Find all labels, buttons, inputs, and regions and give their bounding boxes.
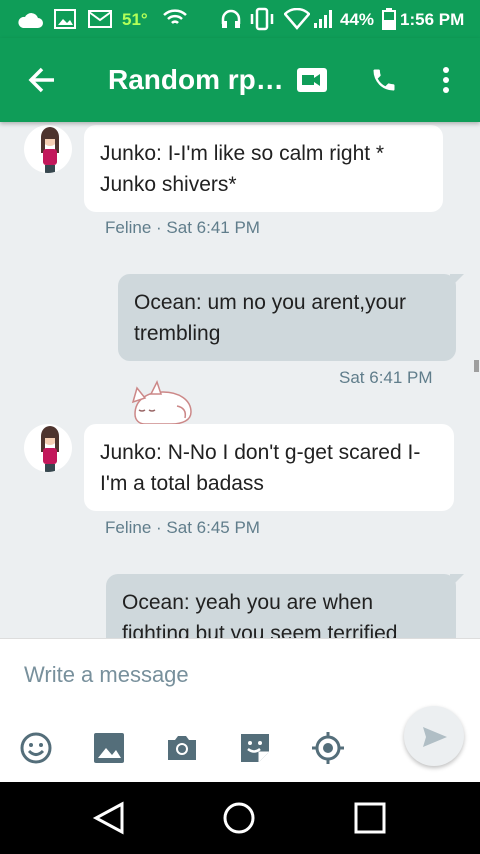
image-icon	[54, 9, 76, 29]
message-text: Ocean: um no you arent,your trembling	[134, 291, 406, 345]
emoji-icon[interactable]	[19, 731, 53, 765]
conversation-toolbar: Random rp…	[0, 38, 480, 122]
temperature: 51°	[122, 10, 148, 29]
scrollbar-thumb[interactable]	[474, 360, 479, 372]
phone-icon[interactable]	[370, 66, 398, 94]
message-text: Junko: N-No I don't g-get scared I-I'm a…	[100, 441, 421, 495]
battery-level: 44%	[340, 10, 375, 29]
clock: 1:56 PM	[400, 10, 465, 29]
message-bubble-incoming[interactable]: Junko: I-I'm like so calm right * Junko …	[84, 125, 443, 212]
headphones-icon	[221, 9, 241, 28]
wifi-icon	[284, 8, 310, 30]
message-bubble-outgoing[interactable]: Ocean: yeah you are when fighting but yo…	[106, 574, 456, 638]
bubble-tail	[450, 574, 464, 588]
message-bubble-incoming[interactable]: Junko: N-No I don't g-get scared I-I'm a…	[84, 424, 454, 511]
more-options-icon[interactable]	[440, 66, 452, 94]
send-button[interactable]	[404, 706, 464, 766]
avatar[interactable]	[24, 424, 72, 472]
conversation-title: Random rp…	[108, 64, 284, 95]
message-list[interactable]: Junko: I-I'm like so calm right * Junko …	[0, 122, 480, 638]
sticker-icon[interactable]	[238, 731, 272, 765]
battery-icon	[382, 8, 396, 30]
message-input[interactable]: Write a message	[24, 662, 189, 688]
message-meta: Feline · Sat 6:45 PM	[105, 518, 260, 537]
message-meta: Sat 6:41 PM	[339, 368, 433, 387]
location-icon[interactable]	[311, 731, 345, 765]
wifi-call-icon	[163, 9, 187, 24]
send-icon	[423, 727, 447, 747]
message-composer: Write a message	[0, 638, 480, 783]
home-nav-icon[interactable]	[222, 801, 256, 835]
vibrate-icon	[250, 7, 274, 31]
sleeping-cat-sticker	[131, 380, 192, 425]
navigation-bar	[0, 782, 480, 854]
bubble-tail	[450, 274, 464, 288]
avatar[interactable]	[24, 125, 72, 173]
status-bar: 51° 44% 1:56 PM	[0, 0, 480, 38]
cloud-icon	[18, 13, 43, 28]
message-meta: Feline · Sat 6:41 PM	[105, 218, 260, 237]
recents-nav-icon[interactable]	[353, 801, 387, 835]
message-text: Junko: I-I'm like so calm right * Junko …	[100, 142, 385, 196]
signal-icon	[314, 10, 332, 28]
avatar-image	[41, 426, 59, 472]
avatar-image	[41, 127, 59, 173]
gallery-icon[interactable]	[92, 731, 126, 765]
message-text: Ocean: yeah you are when fighting but yo…	[122, 591, 398, 638]
message-bubble-outgoing[interactable]: Ocean: um no you arent,your trembling	[118, 274, 456, 361]
gmail-icon	[88, 10, 112, 28]
video-call-icon[interactable]	[296, 67, 328, 93]
back-arrow-icon[interactable]	[28, 66, 56, 94]
back-nav-icon[interactable]	[92, 801, 126, 835]
camera-icon[interactable]	[165, 731, 199, 765]
